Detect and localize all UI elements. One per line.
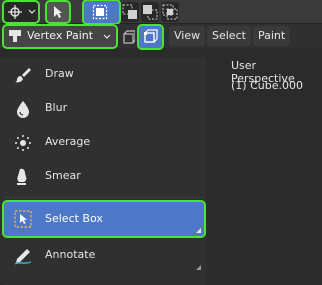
menu-select[interactable]: Select	[207, 26, 251, 46]
tool-average-label: Average	[45, 135, 91, 148]
select-box-icon	[14, 210, 32, 228]
tool-blur[interactable]: Blur	[4, 92, 204, 125]
face-mask-icon	[123, 30, 135, 44]
corner-expand-icon	[196, 228, 201, 233]
select-tool-button[interactable]	[45, 0, 71, 24]
cursor-tool-icon	[8, 5, 22, 19]
chevron-down-icon	[28, 9, 36, 14]
select-intersect-icon	[162, 4, 178, 20]
smear-finger-icon	[17, 168, 27, 185]
tool-select-box-label: Select Box	[45, 212, 103, 225]
tool-annotate-label: Annotate	[45, 248, 96, 261]
brush-icon	[15, 68, 31, 83]
select-mode-extend-button[interactable]	[121, 2, 139, 22]
tool-select-box[interactable]: Select Box	[2, 200, 206, 238]
tool-blur-label: Blur	[45, 101, 68, 114]
select-mode-subtract-button[interactable]	[141, 2, 159, 22]
tool-smear[interactable]: Smear	[4, 160, 204, 193]
chevron-down-icon	[103, 34, 111, 39]
corner-expand-icon	[196, 265, 201, 270]
cursor-dropdown[interactable]	[2, 0, 40, 24]
vertex-paint-icon	[9, 30, 21, 42]
face-mask-toggle[interactable]	[122, 28, 136, 46]
select-subtract-icon	[143, 5, 158, 20]
vertex-mask-toggle[interactable]	[137, 24, 164, 50]
tool-draw-label: Draw	[45, 67, 74, 80]
select-new-icon	[92, 4, 108, 20]
select-extend-icon	[122, 4, 137, 19]
cursor-arrow-icon	[54, 6, 62, 18]
tool-annotate[interactable]: Annotate	[4, 239, 204, 272]
viewport-object-label: (1) Cube.000	[231, 79, 303, 92]
select-mode-intersect-button[interactable]	[161, 2, 179, 22]
menu-view[interactable]: View	[169, 26, 206, 46]
mode-label: Vertex Paint	[27, 29, 94, 42]
average-dots-icon	[15, 135, 31, 151]
drop-icon	[17, 101, 29, 118]
vertex-mask-icon	[144, 29, 158, 43]
tool-draw[interactable]: Draw	[4, 58, 204, 91]
tool-average[interactable]: Average	[4, 126, 204, 159]
menu-paint[interactable]: Paint	[253, 26, 291, 46]
select-mode-new-button[interactable]	[82, 0, 121, 25]
mode-dropdown[interactable]: Vertex Paint	[2, 24, 118, 49]
toolbar-separator	[4, 197, 204, 198]
pencil-annotate-icon	[14, 249, 32, 265]
tool-smear-label: Smear	[45, 169, 81, 182]
